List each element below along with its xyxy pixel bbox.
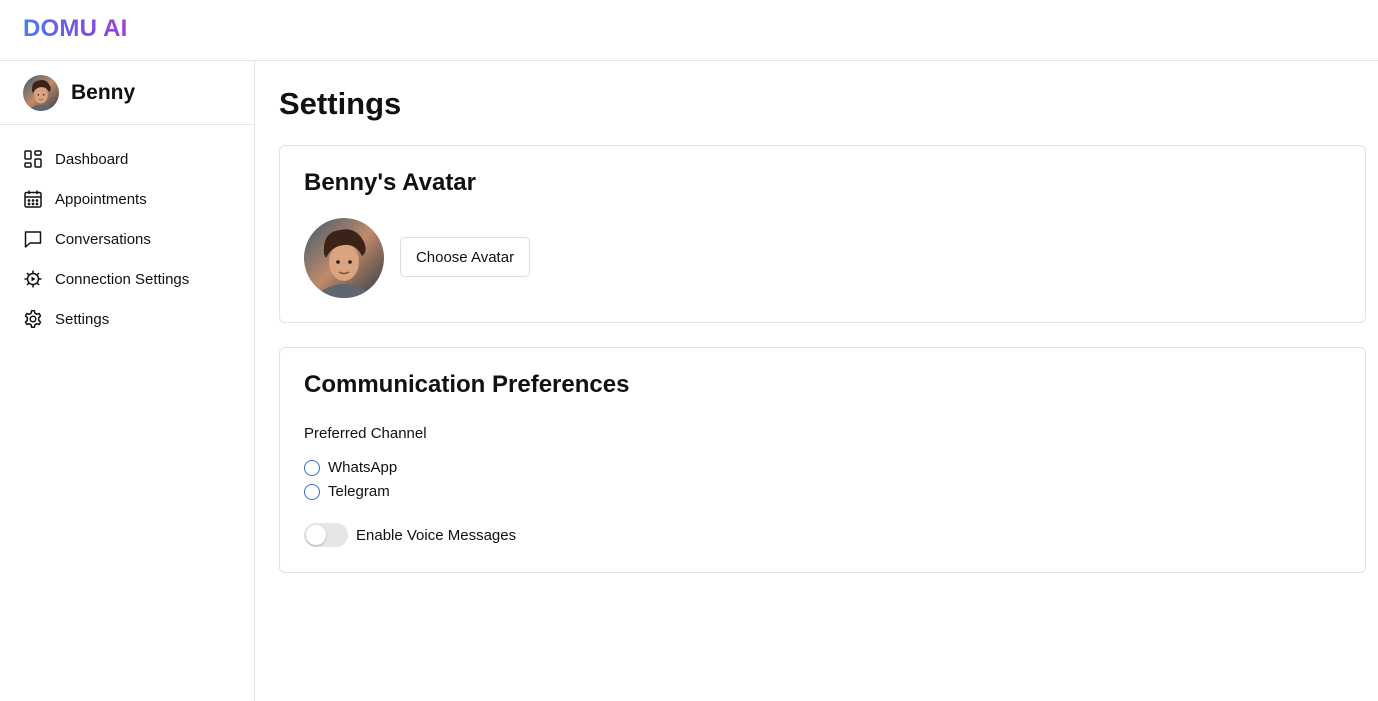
user-profile[interactable]: Benny xyxy=(0,61,254,125)
avatar-preview xyxy=(304,218,384,298)
sidebar-nav: Dashboard Appointments Conversations Con… xyxy=(0,125,254,339)
avatar-card: Benny's Avatar Choose Avatar xyxy=(279,145,1366,323)
sidebar-item-appointments[interactable]: Appointments xyxy=(0,179,254,219)
sidebar-item-label: Settings xyxy=(55,310,110,328)
sidebar-item-label: Dashboard xyxy=(55,150,129,168)
radio-label: WhatsApp xyxy=(328,459,398,476)
avatar xyxy=(23,74,59,111)
sidebar-item-connection-settings[interactable]: Connection Settings xyxy=(0,259,254,299)
radio-button[interactable] xyxy=(304,459,320,476)
chat-icon xyxy=(23,229,43,249)
user-name: Benny xyxy=(71,80,136,104)
gear-icon xyxy=(23,309,43,329)
sidebar-item-settings[interactable]: Settings xyxy=(0,299,254,339)
brand-logo[interactable]: DOMU AI xyxy=(23,15,128,43)
toggle-knob xyxy=(306,525,326,545)
sidebar: Benny Dashboard Appointments Conversatio… xyxy=(0,61,255,701)
avatar-card-title: Benny's Avatar xyxy=(304,169,476,196)
comm-card-title: Communication Preferences xyxy=(304,371,630,398)
sidebar-item-label: Conversations xyxy=(55,230,151,248)
radio-whatsapp[interactable]: WhatsApp xyxy=(304,459,397,476)
sidebar-item-conversations[interactable]: Conversations xyxy=(0,219,254,259)
main-content: Settings Benny's Avatar Choose Avatar Co… xyxy=(255,61,1378,701)
calendar-icon xyxy=(23,189,43,209)
radio-telegram[interactable]: Telegram xyxy=(304,483,390,500)
voice-messages-row: Enable Voice Messages xyxy=(304,523,516,547)
communication-preferences-card: Communication Preferences Preferred Chan… xyxy=(279,347,1366,573)
gear-badge-icon xyxy=(23,269,43,289)
sidebar-item-label: Connection Settings xyxy=(55,270,190,288)
sidebar-item-dashboard[interactable]: Dashboard xyxy=(0,139,254,179)
top-bar: DOMU AI xyxy=(0,0,1378,61)
sidebar-item-label: Appointments xyxy=(55,190,147,208)
radio-label: Telegram xyxy=(328,483,390,500)
preferred-channel-label: Preferred Channel xyxy=(304,425,427,442)
page-title: Settings xyxy=(279,86,402,121)
voice-messages-toggle[interactable] xyxy=(304,523,348,547)
choose-avatar-button[interactable]: Choose Avatar xyxy=(400,237,530,277)
voice-messages-label: Enable Voice Messages xyxy=(356,526,517,544)
dashboard-icon xyxy=(23,149,43,169)
radio-button[interactable] xyxy=(304,483,320,500)
